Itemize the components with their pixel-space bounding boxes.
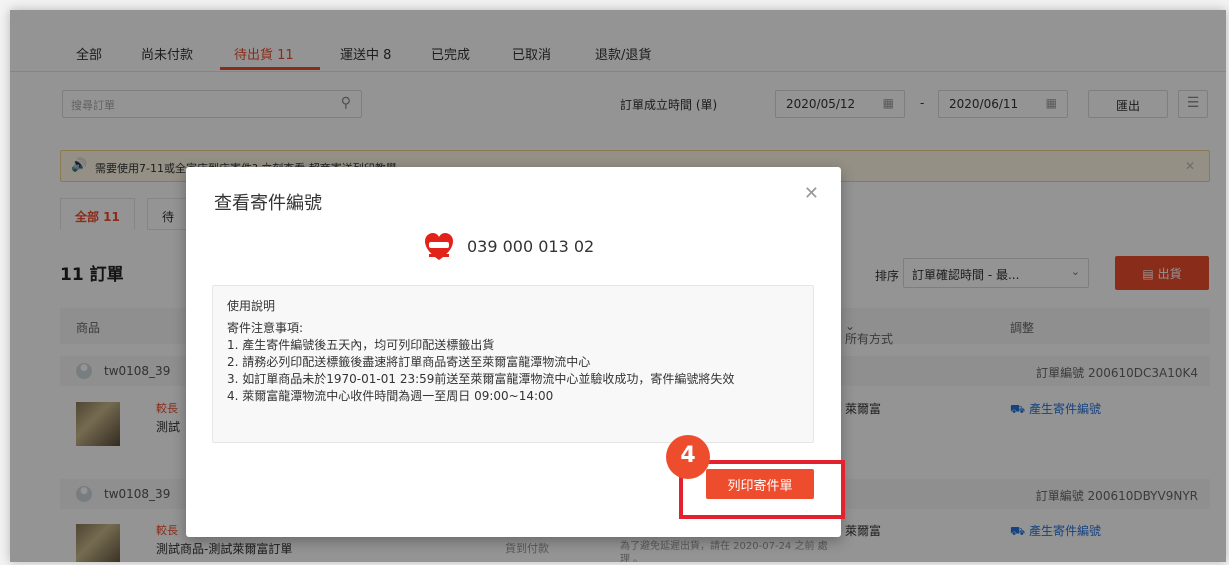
tracking-number: 039 000 013 02 bbox=[467, 237, 595, 256]
modal-title: 查看寄件編號 bbox=[214, 193, 322, 214]
instruction-line: 2. 請務必列印配送標籤後盡速將訂單商品寄送至萊爾富龍潭物流中心 bbox=[227, 355, 591, 369]
instructions-title: 使用說明 bbox=[227, 299, 276, 313]
carrier-logo-icon bbox=[425, 233, 453, 260]
instructions-box: 使用說明 寄件注意事項: 1. 產生寄件編號後五天內，均可列印配送標籤出貨 2.… bbox=[212, 285, 814, 443]
close-icon[interactable]: ✕ bbox=[804, 183, 819, 204]
instruction-line: 4. 萊爾富龍潭物流中心收件時間為週一至周日 09:00~14:00 bbox=[227, 389, 554, 403]
instructions-subtitle: 寄件注意事項: bbox=[227, 321, 304, 335]
instruction-line: 3. 如訂單商品未於1970-01-01 23:59前送至萊爾富龍潭物流中心並驗… bbox=[227, 372, 735, 386]
step-badge: 4 bbox=[666, 435, 710, 479]
seller-orders-page: 全部 尚未付款 待出貨 11 運送中 8 已完成 已取消 退款/退貨 搜尋訂單 … bbox=[10, 10, 1226, 562]
instruction-line: 1. 產生寄件編號後五天內，均可列印配送標籤出貨 bbox=[227, 338, 495, 352]
